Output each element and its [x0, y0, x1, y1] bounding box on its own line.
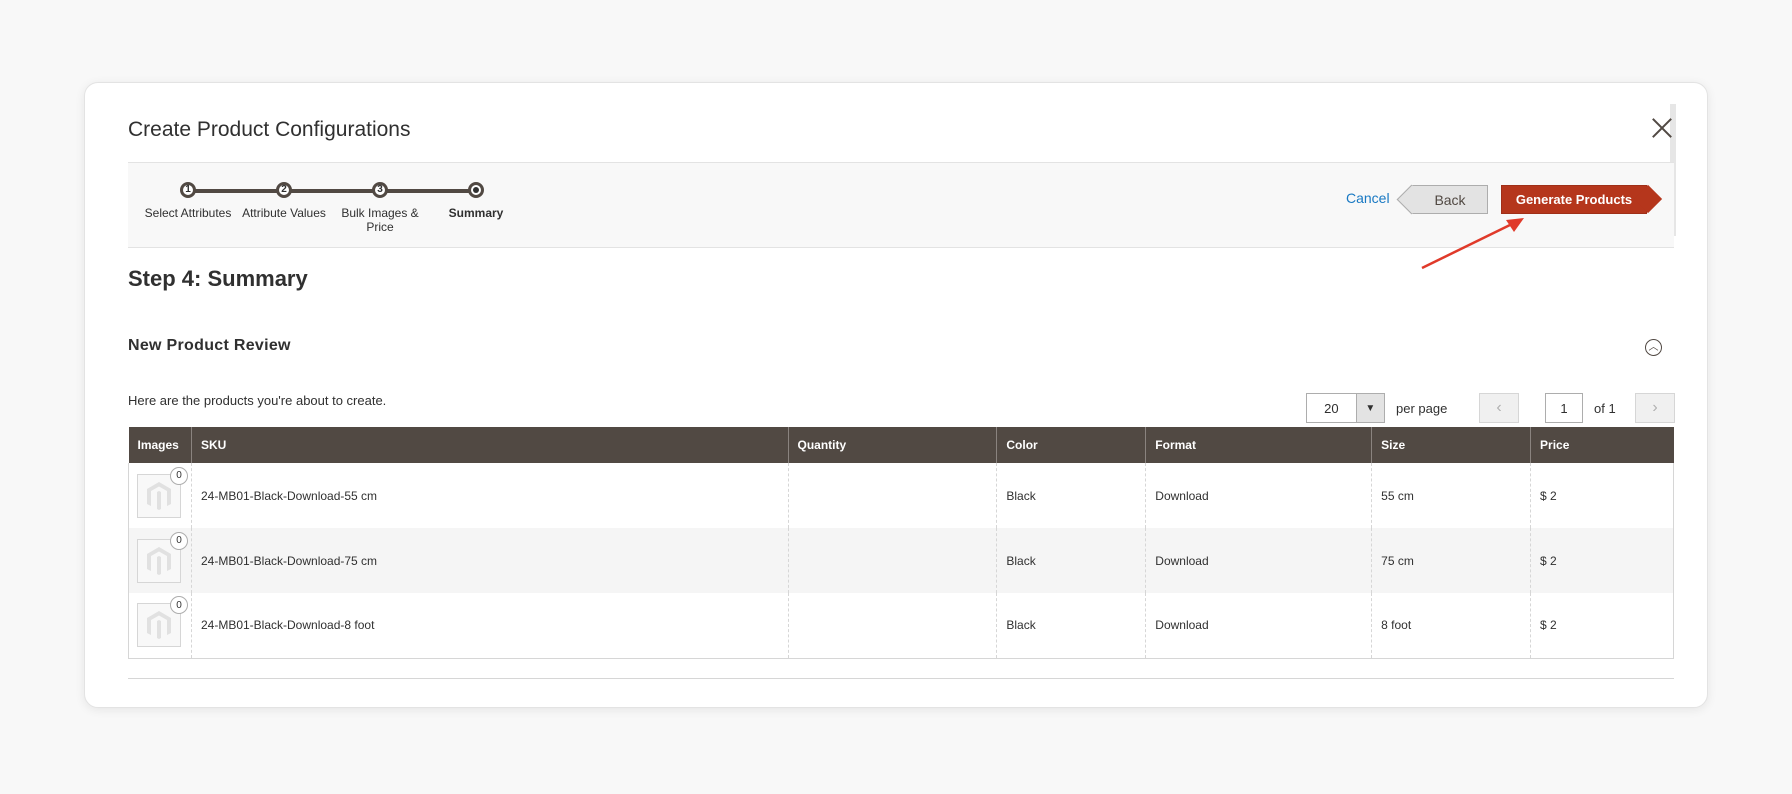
sku-cell: 24-MB01-Black-Download-75 cm: [190, 528, 789, 593]
column-header-images: Images: [128, 427, 192, 463]
size-cell: 75 cm: [1371, 528, 1531, 593]
prev-page-chevron-left-icon[interactable]: ‹: [1479, 393, 1519, 423]
wizard-step-4-marker: [468, 182, 484, 198]
price-cell: $ 2: [1530, 593, 1674, 658]
magento-placeholder-icon: [147, 481, 171, 510]
quantity-cell: [787, 528, 997, 593]
annotation-arrow-icon: [1421, 218, 1524, 270]
generate-products-button[interactable]: Generate Products: [1501, 185, 1647, 214]
quantity-cell: [787, 463, 997, 528]
color-cell: Black: [996, 528, 1146, 593]
wizard-steps-line: [188, 189, 476, 193]
sku-cell: 24-MB01-Black-Download-55 cm: [190, 463, 789, 528]
size-cell: 8 foot: [1371, 593, 1531, 658]
section-divider: [128, 678, 1674, 679]
intro-text: Here are the products you're about to cr…: [128, 393, 387, 408]
table-row: 0 24-MB01-Black-Download-8 foot Black Do…: [128, 593, 1674, 658]
image-count-badge: 0: [170, 596, 188, 615]
column-header-quantity: Quantity: [787, 427, 997, 463]
color-cell: Black: [996, 463, 1146, 528]
collapse-chevron-up-icon[interactable]: ︿: [1645, 339, 1662, 356]
color-cell: Black: [996, 593, 1146, 658]
column-header-sku: SKU: [190, 427, 789, 463]
per-page-select[interactable]: 20 ▼: [1306, 393, 1385, 423]
format-cell: Download: [1145, 463, 1372, 528]
wizard-step-2-label[interactable]: Attribute Values: [234, 206, 334, 220]
product-review-table: Images SKU Quantity Color Format Size Pr…: [128, 427, 1674, 659]
table-row: 0 24-MB01-Black-Download-75 cm Black Dow…: [128, 528, 1674, 593]
product-thumbnail[interactable]: 0: [137, 531, 188, 583]
back-button-label: Back: [1434, 191, 1466, 208]
product-thumbnail[interactable]: 0: [137, 596, 188, 648]
step-title: Step 4: Summary: [128, 266, 308, 291]
price-cell: $ 2: [1530, 528, 1674, 593]
column-header-size: Size: [1371, 427, 1531, 463]
wizard-step-1-label[interactable]: Select Attributes: [138, 206, 238, 220]
image-count-badge: 0: [170, 466, 188, 485]
next-page-chevron-right-icon[interactable]: ›: [1635, 393, 1675, 423]
per-page-value: 20: [1324, 400, 1339, 416]
size-cell: 55 cm: [1371, 463, 1531, 528]
close-icon[interactable]: [1650, 116, 1674, 140]
per-page-label: per page: [1396, 401, 1448, 416]
sku-cell: 24-MB01-Black-Download-8 foot: [190, 593, 789, 658]
price-cell: $ 2: [1530, 463, 1674, 528]
magento-placeholder-icon: [147, 611, 171, 640]
column-header-format: Format: [1145, 427, 1372, 463]
column-header-color: Color: [996, 427, 1146, 463]
back-button[interactable]: Back: [1412, 185, 1488, 214]
magento-placeholder-icon: [147, 546, 171, 575]
image-cell: 0: [129, 528, 192, 593]
image-cell: 0: [129, 463, 192, 528]
table-header-row: Images SKU Quantity Color Format Size Pr…: [128, 427, 1674, 463]
section-title: New Product Review: [128, 337, 291, 354]
wizard-step-1-marker[interactable]: 1: [180, 182, 196, 198]
cancel-button[interactable]: Cancel: [1346, 190, 1390, 206]
wizard-step-2-marker[interactable]: 2: [276, 182, 292, 198]
wizard-step-4-label: Summary: [448, 206, 504, 220]
generate-products-label: Generate Products: [1515, 192, 1633, 207]
product-thumbnail[interactable]: 0: [137, 466, 188, 518]
column-header-price: Price: [1530, 427, 1674, 463]
format-cell: Download: [1145, 593, 1372, 658]
table-row: 0 24-MB01-Black-Download-55 cm Black Dow…: [128, 463, 1674, 528]
wizard-step-3-marker[interactable]: 3: [372, 182, 388, 198]
image-cell: 0: [129, 593, 192, 658]
caret-down-icon[interactable]: ▼: [1355, 394, 1384, 422]
wizard-step-3-label[interactable]: Bulk Images & Price: [330, 206, 430, 234]
format-cell: Download: [1145, 528, 1372, 593]
quantity-cell: [787, 593, 997, 658]
image-count-badge: 0: [170, 531, 188, 550]
page-total-label: of 1: [1594, 401, 1616, 416]
modal-title: Create Product Configurations: [128, 118, 411, 141]
page-number-input[interactable]: 1: [1545, 393, 1583, 423]
